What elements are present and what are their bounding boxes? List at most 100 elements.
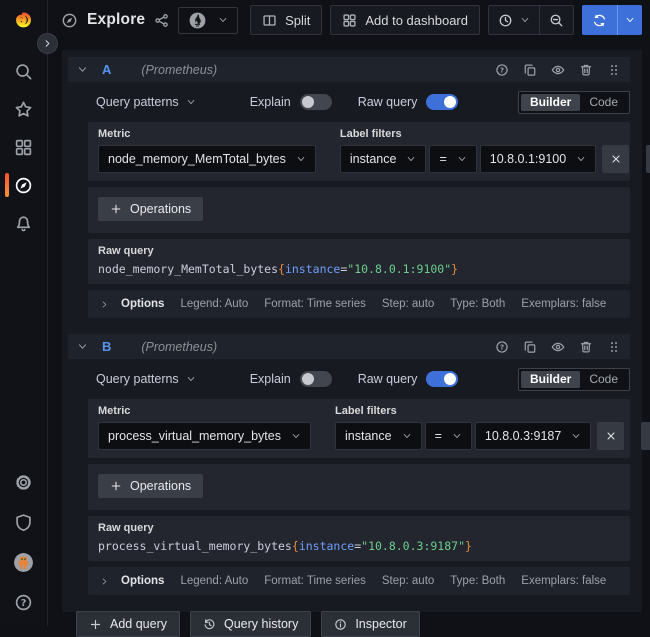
datasource-picker[interactable] [178, 7, 238, 34]
editor-mode-group: Builder Code [518, 368, 630, 391]
option-step: Step: auto [382, 298, 434, 310]
bell-icon [14, 214, 33, 233]
filter-key-select[interactable]: instance [340, 145, 427, 173]
chevron-down-icon [218, 15, 228, 25]
filter-operator-select[interactable]: = [425, 422, 472, 450]
add-filter-button[interactable] [641, 422, 650, 450]
collapse-toggle[interactable] [77, 341, 88, 352]
plus-icon [110, 480, 122, 492]
explain-toggle[interactable] [300, 371, 332, 387]
chevron-down-icon [571, 431, 581, 441]
split-button[interactable]: Split [250, 5, 322, 35]
sidebar-item-alerting[interactable] [0, 211, 47, 235]
sidebar-item-dashboards[interactable] [0, 135, 47, 159]
remove-filter-button[interactable] [597, 422, 624, 450]
grafana-logo-icon[interactable] [10, 7, 37, 34]
close-icon [610, 153, 622, 165]
plus-icon [110, 203, 122, 215]
trash-icon[interactable] [579, 340, 593, 354]
filter-key-value: instance [345, 429, 392, 443]
sidebar-item-explore[interactable] [0, 173, 47, 197]
query-history-button[interactable]: Query history [190, 611, 311, 637]
drag-handle-icon[interactable] [607, 63, 621, 77]
options-collapse[interactable]: Options Legend: Auto Format: Time series… [88, 290, 630, 318]
filter-operator-value: = [435, 429, 442, 443]
explain-label: Explain [250, 372, 291, 386]
raw-query-section: Raw query process_virtual_memory_bytes{i… [88, 516, 630, 561]
explain-label: Explain [250, 95, 291, 109]
chevron-right-icon [42, 38, 53, 49]
query-header[interactable]: A (Prometheus) ? [68, 57, 630, 82]
filter-value-select[interactable]: 10.8.0.3:9187 [475, 422, 591, 450]
query-history-label: Query history [224, 617, 298, 631]
filter-value: 10.8.0.1:9100 [490, 152, 566, 166]
inspector-button[interactable]: Inspector [321, 611, 419, 637]
code-mode-option[interactable]: Code [580, 94, 627, 111]
copy-query-icon[interactable] [523, 63, 537, 77]
builder-mode-option[interactable]: Builder [521, 371, 580, 388]
add-to-dashboard-button[interactable]: Add to dashboard [330, 5, 480, 35]
inspector-label: Inspector [355, 617, 406, 631]
add-operation-button[interactable]: Operations [98, 197, 203, 221]
builder-mode-option[interactable]: Builder [521, 94, 580, 111]
hide-query-icon[interactable] [551, 340, 565, 354]
sidebar-item-search[interactable] [0, 59, 47, 83]
raw-query-label: Raw query [358, 372, 418, 386]
query-help-icon[interactable]: ? [495, 340, 509, 354]
query-row-b: B (Prometheus) ? Query patterns Explain [68, 334, 630, 595]
code-mode-option[interactable]: Code [580, 371, 627, 388]
run-query-split-button [582, 5, 642, 35]
topbar-actions: Split Add to dashboard [250, 5, 642, 35]
avatar [14, 553, 33, 572]
add-query-button[interactable]: Add query [76, 611, 180, 637]
option-exemplars: Exemplars: false [521, 298, 606, 310]
metric-select[interactable]: node_memory_MemTotal_bytes [98, 145, 316, 173]
raw-query-toggle[interactable] [426, 371, 458, 387]
metric-select[interactable]: process_virtual_memory_bytes [98, 422, 311, 450]
share-icon[interactable] [154, 13, 169, 28]
metric-value: process_virtual_memory_bytes [108, 429, 281, 443]
copy-query-icon[interactable] [523, 340, 537, 354]
sidebar-item-starred[interactable] [0, 97, 47, 121]
collapse-toggle[interactable] [77, 64, 88, 75]
info-circle-icon [334, 618, 347, 631]
filter-value-select[interactable]: 10.8.0.1:9100 [480, 145, 596, 173]
remove-filter-button[interactable] [602, 145, 629, 173]
add-filter-button[interactable] [646, 145, 650, 173]
query-patterns-button[interactable]: Query patterns [96, 95, 179, 109]
option-type: Type: Both [450, 298, 505, 310]
explain-toggle[interactable] [300, 94, 332, 110]
code-label: instance [285, 262, 340, 276]
run-query-button[interactable] [582, 5, 617, 35]
trash-icon[interactable] [579, 63, 593, 77]
code-brace-open: { [292, 539, 299, 553]
sidebar-item-configuration[interactable] [0, 470, 47, 494]
filter-operator-select[interactable]: = [429, 145, 476, 173]
raw-query-toggle[interactable] [426, 94, 458, 110]
run-query-interval-button[interactable] [617, 5, 642, 35]
query-editor-body: Query patterns Explain Raw query Builder [88, 367, 630, 595]
sidebar-item-profile[interactable] [0, 550, 47, 574]
metric-value: node_memory_MemTotal_bytes [108, 152, 286, 166]
time-range-button[interactable] [489, 6, 539, 34]
metric-label: Metric [98, 405, 311, 417]
filter-key-select[interactable]: instance [335, 422, 422, 450]
chevron-down-icon [402, 431, 412, 441]
sidebar-item-help[interactable]: ? [0, 590, 47, 614]
query-patterns-button[interactable]: Query patterns [96, 372, 179, 386]
sidebar-expand-button[interactable] [37, 33, 58, 54]
code-string: "10.8.0.3:9187" [361, 539, 465, 553]
drag-handle-icon[interactable] [607, 340, 621, 354]
explain-toggle-group: Explain [250, 371, 332, 387]
zoom-out-button[interactable] [539, 6, 573, 34]
add-operation-button[interactable]: Operations [98, 474, 203, 498]
query-header[interactable]: B (Prometheus) ? [68, 334, 630, 359]
hide-query-icon[interactable] [551, 63, 565, 77]
query-editor-toolbar: Query patterns Explain Raw query Builder [96, 367, 630, 391]
sidebar-item-server-admin[interactable] [0, 510, 47, 534]
query-help-icon[interactable]: ? [495, 63, 509, 77]
metric-field: Metric process_virtual_memory_bytes [98, 405, 311, 450]
explore-pane: A (Prometheus) ? Query patterns Explain [62, 50, 642, 612]
search-icon [14, 62, 33, 81]
options-collapse[interactable]: Options Legend: Auto Format: Time series… [88, 567, 630, 595]
